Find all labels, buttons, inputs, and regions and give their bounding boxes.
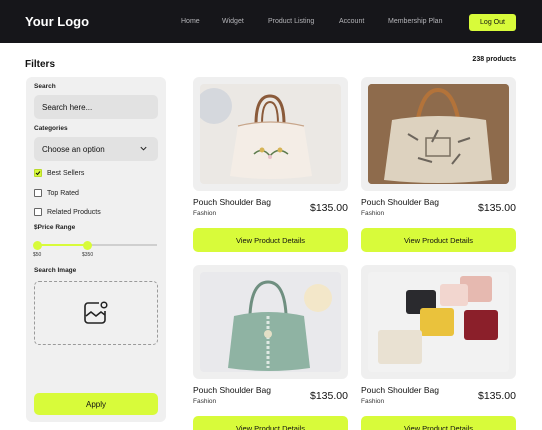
checkbox-unchecked-icon bbox=[34, 189, 42, 197]
product-price: $135.00 bbox=[478, 202, 516, 214]
price-slider-min-handle[interactable] bbox=[33, 241, 42, 250]
checkbox-related-products[interactable]: Related Products bbox=[34, 208, 101, 216]
product-title[interactable]: Pouch Shoulder Bag bbox=[361, 385, 439, 395]
checkbox-label: Top Rated bbox=[47, 189, 79, 197]
view-product-details-button[interactable]: View Product Details bbox=[361, 228, 516, 252]
product-price: $135.00 bbox=[478, 390, 516, 402]
checkbox-best-sellers[interactable]: Best Sellers bbox=[34, 169, 84, 177]
product-category: Fashion bbox=[361, 210, 385, 217]
price-slider-fill bbox=[37, 244, 87, 246]
product-image-card[interactable] bbox=[361, 265, 516, 379]
checkbox-top-rated[interactable]: Top Rated bbox=[34, 189, 79, 197]
price-slider-max-handle[interactable] bbox=[83, 241, 92, 250]
product-image-card[interactable] bbox=[361, 77, 516, 191]
product-price: $135.00 bbox=[310, 202, 348, 214]
chevron-down-icon bbox=[140, 146, 147, 151]
product-category: Fashion bbox=[193, 398, 217, 405]
top-navigation-bar: Your Logo Home Widget Product Listing Ac… bbox=[0, 0, 542, 43]
product-image-green-handbag bbox=[200, 272, 341, 372]
categories-label: Categories bbox=[34, 125, 68, 132]
categories-select[interactable]: Choose an option bbox=[34, 137, 158, 161]
categories-value: Choose an option bbox=[42, 144, 105, 154]
nav-product-listing[interactable]: Product Listing bbox=[268, 18, 314, 25]
logout-button[interactable]: Log Out bbox=[469, 14, 516, 31]
product-category: Fashion bbox=[193, 210, 217, 217]
price-max-value: $350 bbox=[82, 252, 94, 258]
price-min-value: $50 bbox=[33, 252, 42, 258]
image-upload-icon bbox=[84, 301, 108, 324]
product-image-tote-bag bbox=[368, 84, 509, 184]
checkbox-label: Related Products bbox=[47, 208, 101, 216]
search-image-label: Search Image bbox=[34, 267, 77, 274]
apply-button[interactable]: Apply bbox=[34, 393, 158, 415]
checkbox-unchecked-icon bbox=[34, 208, 42, 216]
product-image-white-handbag bbox=[200, 84, 341, 184]
search-input[interactable]: Search here... bbox=[34, 95, 158, 119]
nav-membership-plan[interactable]: Membership Plan bbox=[388, 18, 442, 25]
view-product-details-button[interactable]: View Product Details bbox=[361, 416, 516, 430]
checkbox-label: Best Sellers bbox=[47, 169, 85, 177]
product-price: $135.00 bbox=[310, 390, 348, 402]
price-range-label: $Price Range bbox=[34, 224, 76, 231]
logo[interactable]: Your Logo bbox=[25, 14, 89, 29]
product-count: 238 products bbox=[472, 56, 516, 63]
product-title[interactable]: Pouch Shoulder Bag bbox=[193, 197, 271, 207]
nav-widget[interactable]: Widget bbox=[222, 18, 244, 25]
checkbox-checked-icon bbox=[34, 169, 42, 177]
image-upload-dropzone[interactable] bbox=[34, 281, 158, 345]
search-label: Search bbox=[34, 83, 56, 90]
product-image-card[interactable] bbox=[193, 77, 348, 191]
product-category: Fashion bbox=[361, 398, 385, 405]
filters-heading: Filters bbox=[25, 59, 56, 70]
filters-panel: Search Search here... Categories Choose … bbox=[26, 77, 166, 422]
nav-home[interactable]: Home bbox=[181, 18, 200, 25]
view-product-details-button[interactable]: View Product Details bbox=[193, 416, 348, 430]
nav-account[interactable]: Account bbox=[339, 18, 364, 25]
product-image-card[interactable] bbox=[193, 265, 348, 379]
product-title[interactable]: Pouch Shoulder Bag bbox=[193, 385, 271, 395]
product-image-mini-bags bbox=[368, 272, 509, 372]
product-title[interactable]: Pouch Shoulder Bag bbox=[361, 197, 439, 207]
view-product-details-button[interactable]: View Product Details bbox=[193, 228, 348, 252]
